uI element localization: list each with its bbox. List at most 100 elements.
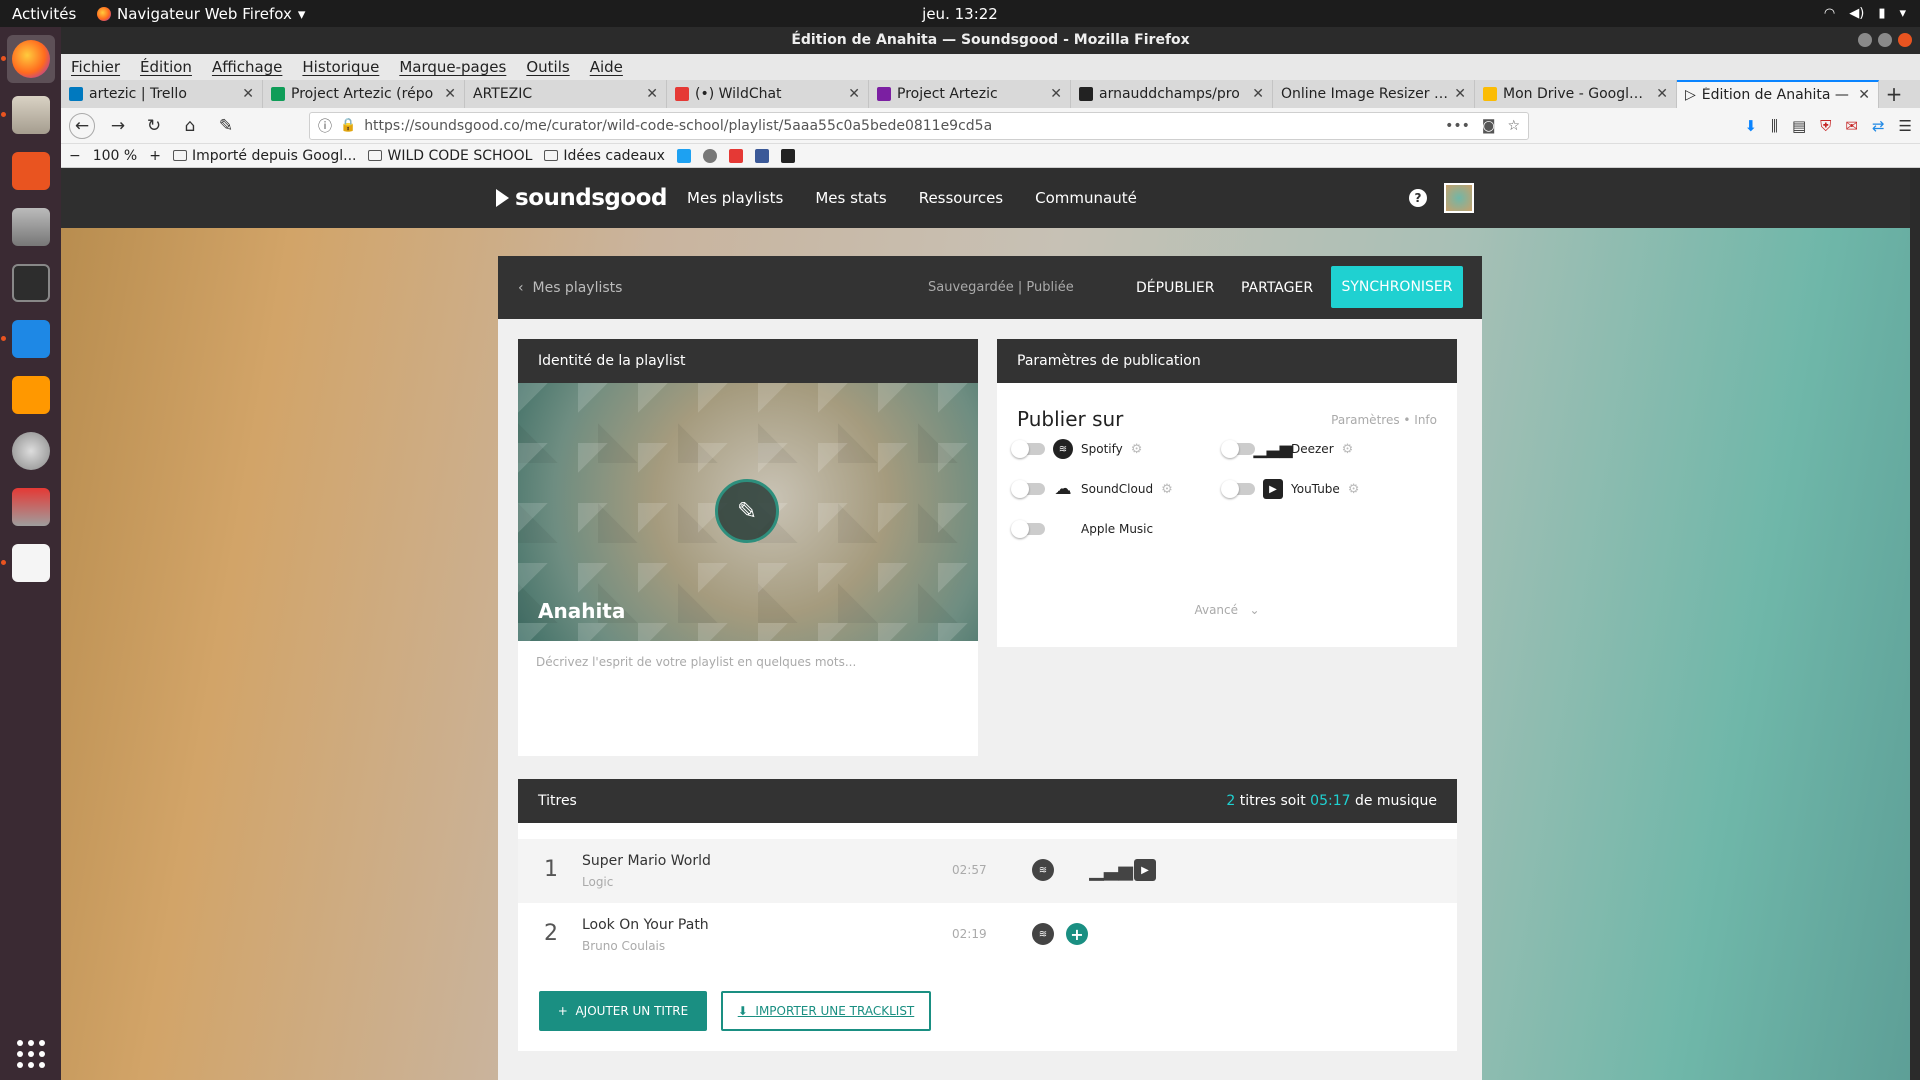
tab-soundsgood-active[interactable]: ▷ Édition de Anahita — ✕ <box>1677 80 1879 108</box>
home-button[interactable]: ⌂ <box>177 113 203 139</box>
url-bar[interactable]: ⓘ 🔒 https://soundsgood.co/me/curator/wil… <box>309 111 1529 140</box>
zoom-in-button[interactable]: + <box>149 148 161 164</box>
url-text[interactable]: https://soundsgood.co/me/curator/wild-co… <box>364 118 1437 134</box>
back-button[interactable]: ← <box>69 112 95 139</box>
zoom-level[interactable]: 100 % <box>93 148 137 164</box>
publish-settings-links[interactable]: Paramètres • Info <box>1331 413 1437 427</box>
playlist-name[interactable]: Anahita <box>538 599 625 623</box>
youtube-icon[interactable]: ▶ <box>1134 859 1156 881</box>
dock-files[interactable] <box>0 91 55 139</box>
tab-github[interactable]: arnauddchamps/pro ✕ <box>1071 80 1273 108</box>
track-row[interactable]: 2 Look On Your Path Bruno Coulais 02:19 … <box>518 903 1457 967</box>
dock-vscode[interactable] <box>0 315 55 363</box>
globe-icon[interactable] <box>702 148 717 163</box>
info-icon[interactable]: ⓘ <box>318 116 332 136</box>
spotify-toggle[interactable] <box>1011 440 1045 458</box>
window-titlebar[interactable]: Édition de Anahita — Soundsgood - Mozill… <box>61 27 1920 54</box>
menu-affichage[interactable]: Affichage <box>212 58 282 76</box>
system-tray[interactable]: ◠ ◀) ▮ ▾ <box>1824 6 1906 21</box>
share-button[interactable]: PARTAGER <box>1241 280 1313 296</box>
gear-icon[interactable]: ⚙ <box>1348 482 1360 497</box>
forward-button[interactable]: → <box>105 113 131 139</box>
dock-firefox[interactable] <box>0 35 55 83</box>
library-icon[interactable]: ⫼ <box>1771 117 1778 135</box>
tab-close-icon[interactable]: ✕ <box>1454 86 1466 102</box>
deezer-toggle[interactable] <box>1221 440 1255 458</box>
tab-close-icon[interactable]: ✕ <box>444 86 456 102</box>
apple-music-toggle[interactable] <box>1011 520 1045 538</box>
soundsgood-logo[interactable]: soundsgood <box>496 185 667 211</box>
gear-icon[interactable]: ⚙ <box>1161 482 1173 497</box>
gmail-icon[interactable]: ✉ <box>1845 117 1858 135</box>
spotify-icon[interactable]: ≋ <box>1032 859 1054 881</box>
reload-button[interactable]: ↻ <box>141 113 167 139</box>
tab-close-icon[interactable]: ✕ <box>1050 86 1062 102</box>
tab-close-icon[interactable]: ✕ <box>1858 87 1870 103</box>
spotify-icon[interactable]: ≋ <box>1032 923 1054 945</box>
gear-icon[interactable]: ⚙ <box>1342 442 1354 457</box>
tab-close-icon[interactable]: ✕ <box>1252 86 1264 102</box>
bookmark-star-icon[interactable]: ☆ <box>1507 118 1520 134</box>
track-artist[interactable]: Bruno Coulais <box>582 939 665 953</box>
tab-close-icon[interactable]: ✕ <box>646 86 658 102</box>
page-actions-icon[interactable]: ••• <box>1445 118 1470 134</box>
hamburger-menu-icon[interactable]: ☰ <box>1899 117 1912 135</box>
bookmark-folder-wcs[interactable]: WILD CODE SCHOOL <box>368 148 532 164</box>
avatar[interactable] <box>1444 183 1474 213</box>
nav-my-stats[interactable]: Mes stats <box>815 189 886 207</box>
twitter-icon[interactable] <box>676 148 691 163</box>
maximize-icon[interactable] <box>1878 33 1892 47</box>
menu-marque-pages[interactable]: Marque-pages <box>399 58 506 76</box>
apple-icon[interactable] <box>1066 859 1088 881</box>
tab-google-sheets[interactable]: Project Artezic (répo ✕ <box>263 80 465 108</box>
activities-button[interactable]: Activités <box>0 5 85 23</box>
soundcloud-toggle[interactable] <box>1011 480 1045 498</box>
youtube-toggle[interactable] <box>1221 480 1255 498</box>
dock-software[interactable] <box>7 147 55 195</box>
unpublish-button[interactable]: DÉPUBLIER <box>1136 280 1214 296</box>
track-artist[interactable]: Logic <box>582 875 613 889</box>
sidebar-icon[interactable]: ▤ <box>1792 117 1806 135</box>
advanced-toggle[interactable]: Avancé ⌄ <box>997 603 1457 617</box>
nav-resources[interactable]: Ressources <box>919 189 1003 207</box>
facebook-icon[interactable] <box>754 148 769 163</box>
minimize-icon[interactable] <box>1858 33 1872 47</box>
playlist-description-field[interactable]: Décrivez l'esprit de votre playlist en q… <box>518 641 978 683</box>
menu-outils[interactable]: Outils <box>526 58 569 76</box>
tab-close-icon[interactable]: ✕ <box>848 86 860 102</box>
import-tracklist-button[interactable]: ⬇ IMPORTER UNE TRACKLIST <box>721 991 931 1031</box>
dock-text-editor[interactable] <box>0 539 55 587</box>
tab-close-icon[interactable]: ✕ <box>1656 86 1668 102</box>
pocket-icon[interactable]: ◙ <box>1482 118 1496 134</box>
download-icon[interactable]: ⬇ <box>1744 117 1757 135</box>
bookmark-dark-icon[interactable] <box>780 148 795 163</box>
bookmark-t-icon[interactable] <box>728 148 743 163</box>
dock-camera[interactable] <box>7 203 55 251</box>
dock-sublime[interactable] <box>7 371 55 419</box>
new-tab-button[interactable]: + <box>1879 80 1909 108</box>
bookmark-folder-imported[interactable]: Importé depuis Googl... <box>172 148 356 164</box>
ublock-icon[interactable]: ⛨ <box>1820 117 1831 135</box>
app-menu[interactable]: Navigateur Web Firefox ▾ <box>97 5 305 23</box>
menu-fichier[interactable]: Fichier <box>71 58 120 76</box>
tab-close-icon[interactable]: ✕ <box>242 86 254 102</box>
add-track-button[interactable]: + AJOUTER UN TITRE <box>539 991 707 1031</box>
translate-icon[interactable]: ⇄ <box>1872 117 1885 135</box>
track-row[interactable]: 1 Super Mario World Logic 02:57 ≋ ▁▃▅ ▶ <box>518 839 1457 903</box>
tab-project-artezic[interactable]: Project Artezic ✕ <box>869 80 1071 108</box>
menu-edition[interactable]: Édition <box>140 58 192 76</box>
add-service-icon[interactable]: + <box>1066 923 1088 945</box>
dock-settings[interactable] <box>7 427 55 475</box>
nav-community[interactable]: Communauté <box>1035 189 1137 207</box>
zoom-out-button[interactable]: − <box>69 148 81 164</box>
gear-icon[interactable]: ⚙ <box>1131 442 1143 457</box>
close-icon[interactable] <box>1898 33 1912 47</box>
tab-trello[interactable]: artezic | Trello ✕ <box>61 80 263 108</box>
edit-cover-button[interactable]: ✎ <box>715 479 779 543</box>
back-to-playlists-link[interactable]: ‹ Mes playlists <box>518 280 622 296</box>
tab-artezic[interactable]: ARTEZIC ✕ <box>465 80 667 108</box>
deezer-icon[interactable]: ▁▃▅ <box>1089 859 1133 881</box>
menu-aide[interactable]: Aide <box>590 58 623 76</box>
tab-image-resizer[interactable]: Online Image Resizer - C ✕ <box>1273 80 1475 108</box>
menu-historique[interactable]: Historique <box>302 58 379 76</box>
